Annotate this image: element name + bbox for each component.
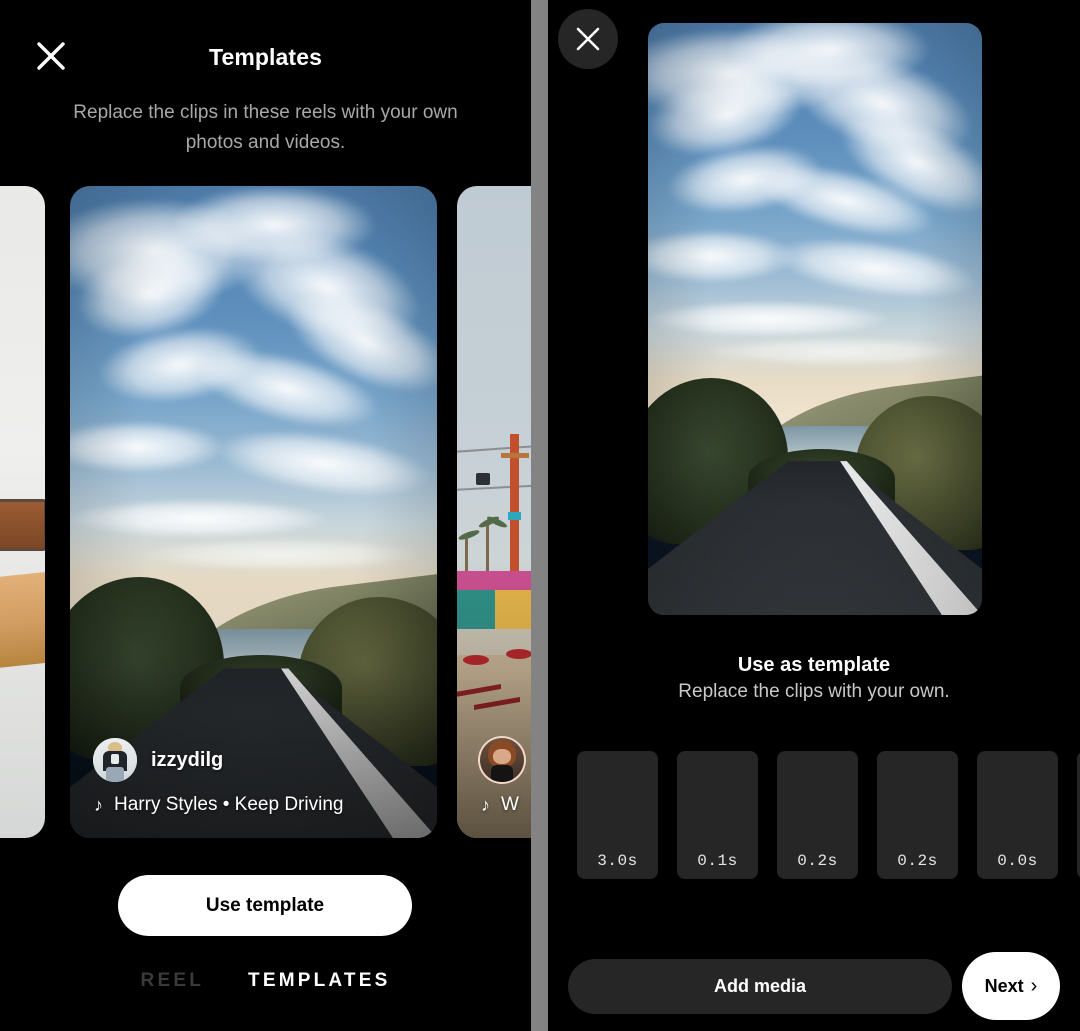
templates-browser-panel: Templates Replace the clips in these ree… — [0, 0, 531, 1031]
clip-duration: 0.1s — [697, 852, 738, 870]
page-title: Templates — [209, 44, 322, 70]
add-media-button[interactable]: Add media — [568, 959, 952, 1014]
template-card-next[interactable]: ♪ W — [457, 186, 531, 838]
next-button[interactable]: Next › — [962, 952, 1060, 1020]
page-subtitle: Replace the clips in these reels with yo… — [73, 102, 458, 153]
preview-subheadline: Replace the clips with your own. — [678, 681, 950, 702]
clip-slot[interactable]: 0.0s — [977, 751, 1058, 879]
clip-duration: 0.2s — [797, 852, 838, 870]
preview-headline: Use as template — [737, 654, 891, 676]
template-card-active[interactable]: izzydilg ♪ Harry Styles • Keep Driving — [70, 186, 437, 838]
template-card-meta: izzydilg ♪ Harry Styles • Keep Driving — [70, 738, 437, 838]
templates-carousel[interactable]: izzydilg ♪ Harry Styles • Keep Driving ♪… — [0, 186, 531, 838]
template-preview[interactable] — [648, 23, 982, 615]
use-template-button[interactable]: Use template — [118, 875, 412, 936]
template-audio-label: W — [501, 794, 519, 815]
chevron-right-icon: › — [1030, 975, 1038, 997]
avatar[interactable] — [480, 738, 524, 782]
templates-screen: Templates Replace the clips in these ree… — [0, 0, 1080, 1031]
tab-templates[interactable]: TEMPLATES — [248, 970, 390, 992]
template-thumbnail — [0, 186, 45, 838]
template-author[interactable] — [457, 738, 531, 782]
template-author[interactable]: izzydilg — [70, 738, 437, 782]
template-audio-label: Harry Styles • Keep Driving — [114, 794, 344, 815]
music-note-icon: ♪ — [481, 795, 490, 815]
template-audio[interactable]: ♪ Harry Styles • Keep Driving — [70, 794, 437, 816]
close-icon[interactable] — [558, 9, 618, 69]
clip-duration: 0.0s — [997, 852, 1038, 870]
template-author-name: izzydilg — [151, 748, 224, 771]
mode-tabbar: REEL TEMPLATES — [0, 970, 531, 992]
clip-slot[interactable]: 0.2s — [777, 751, 858, 879]
template-card-previous[interactable] — [0, 186, 45, 838]
clip-slot[interactable]: 0.2s — [877, 751, 958, 879]
clip-duration: 3.0s — [597, 852, 638, 870]
panel-divider — [531, 0, 548, 1031]
template-card-meta: ♪ W — [457, 738, 531, 838]
clip-timeline[interactable]: 3.0s 0.1s 0.2s 0.2s 0.0s — [577, 751, 1080, 879]
next-button-label: Next — [984, 975, 1024, 996]
template-detail-panel: Use as template Replace the clips with y… — [548, 0, 1080, 1031]
clip-slot[interactable]: 3.0s — [577, 751, 658, 879]
template-audio[interactable]: ♪ W — [457, 794, 531, 816]
music-note-icon: ♪ — [94, 795, 103, 815]
tab-reel[interactable]: REEL — [141, 970, 204, 992]
avatar[interactable] — [93, 738, 137, 782]
clip-duration: 0.2s — [897, 852, 938, 870]
clip-slot[interactable]: 0.1s — [677, 751, 758, 879]
